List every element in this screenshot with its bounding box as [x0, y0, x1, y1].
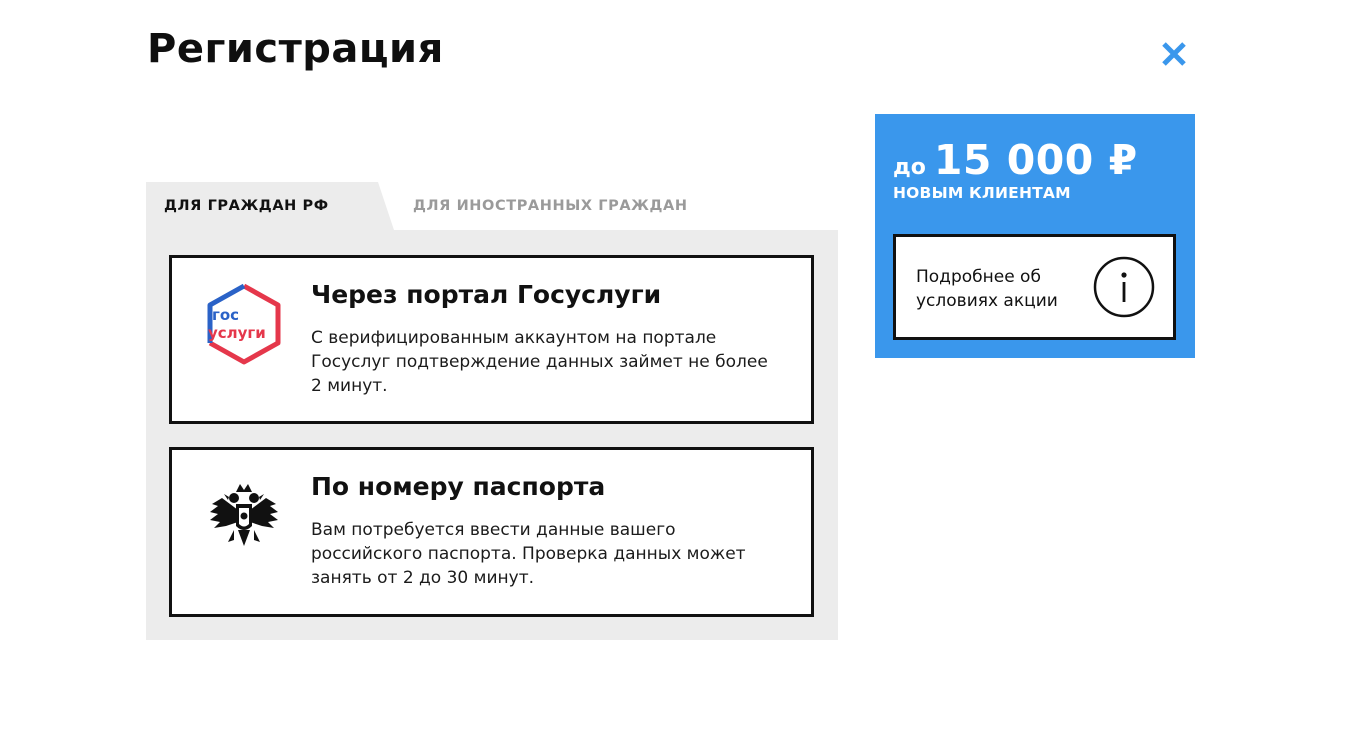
gosuslugi-option-title: Через портал Госуслуги [311, 280, 662, 309]
promo-details-button[interactable]: Подробнее об условиях акции [893, 234, 1176, 340]
gosuslugi-logo: гос услуги [200, 280, 288, 368]
promo-prefix: до [893, 155, 926, 180]
gosuslugi-logo-line2: услуги [208, 324, 266, 342]
tab-rf-citizens-label: ДЛЯ ГРАЖДАН РФ [164, 198, 329, 214]
tab-foreign-citizens[interactable]: ДЛЯ ИНОСТРАННЫХ ГРАЖДАН [413, 182, 688, 230]
promo-value: 15 000 ₽ [933, 136, 1138, 184]
tab-rf-citizens[interactable]: ДЛЯ ГРАЖДАН РФ [146, 182, 394, 230]
close-button[interactable] [1156, 36, 1192, 72]
gosuslugi-logo-line1: гос [212, 306, 239, 324]
coat-of-arms-icon [200, 472, 288, 560]
promo-amount: до 15 000 ₽ [893, 136, 1138, 184]
promo-banner: до 15 000 ₽ НОВЫМ КЛИЕНТАМ Подробнее об у… [875, 114, 1195, 358]
promo-details-label: Подробнее об условиях акции [916, 267, 1058, 311]
tab-bar: ДЛЯ ГРАЖДАН РФ ДЛЯ ИНОСТРАННЫХ ГРАЖДАН [146, 182, 838, 230]
passport-option-title: По номеру паспорта [311, 472, 606, 501]
promo-subtitle: НОВЫМ КЛИЕНТАМ [893, 184, 1071, 202]
info-icon [1093, 256, 1155, 318]
gosuslugi-option-description: С верифицированным аккаунтом на порталe … [311, 328, 768, 396]
close-icon [1162, 42, 1186, 66]
tab-foreign-citizens-label: ДЛЯ ИНОСТРАННЫХ ГРАЖДАН [413, 198, 688, 214]
page-title: Регистрация [147, 26, 444, 72]
passport-option[interactable]: По номеру паспорта Вам потребуется ввест… [169, 447, 814, 617]
passport-option-description: Вам потребуется ввести данные вашего рос… [311, 520, 746, 588]
gosuslugi-option[interactable]: гос услуги Через портал Госуслуги С вери… [169, 255, 814, 424]
